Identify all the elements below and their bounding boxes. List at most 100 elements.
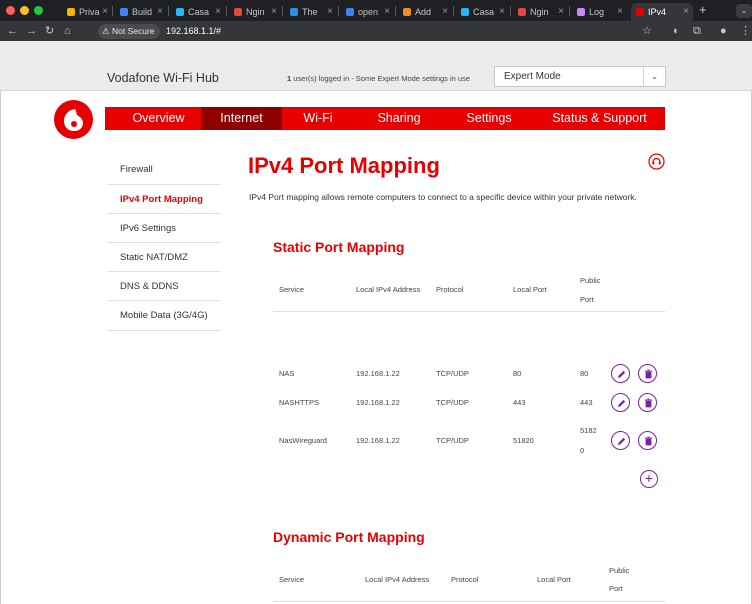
tab-divider [510,6,511,16]
browser-tab-bar: Priva × Build × Casa × Ngin × The × open × Add × Casa ×… [0,0,752,21]
nav-tab-internet[interactable]: Internet [201,107,282,130]
home-icon[interactable]: ⌂ [64,24,71,38]
url-text[interactable]: 192.168.1.1/# [166,24,221,39]
sidebar-item-ipv6-settings[interactable]: IPv6 Settings [107,213,221,242]
column-header-local-ip: Local IPv4 Address [356,285,421,294]
close-window-button[interactable] [6,6,15,15]
vodafone-speechmark-icon [64,109,83,131]
address-bar[interactable]: ⚠ Not Secure 192.168.1.1/# [98,24,664,39]
tab-close-icon[interactable]: × [617,6,623,17]
profile-icon[interactable]: ● [720,24,727,38]
hub-header: Vodafone Wi-Fi Hub 1 user(s) logged in -… [0,41,752,91]
minimize-window-button[interactable] [20,6,29,15]
page-title: IPv4 Port Mapping [248,153,440,178]
row-local-port: 51820 [513,436,534,445]
browser-tab[interactable]: Priva × [62,3,112,21]
column-header-public-port-line1: Public [580,276,601,285]
browser-tab[interactable]: Casa × [171,3,225,21]
tab-favicon-icon [67,8,75,16]
side-panel-icon[interactable]: ⧉ [693,24,701,38]
trash-icon [644,398,653,408]
chevron-down-icon[interactable]: ⌄ [643,67,665,86]
tab-divider [569,6,570,16]
sidebar-item-firewall[interactable]: Firewall [107,155,221,184]
tab-search-button[interactable]: ⌄ [736,4,752,18]
back-arrow-icon[interactable]: ← [7,24,18,38]
delete-button[interactable] [638,431,657,450]
nav-tab-sharing[interactable]: Sharing [354,107,444,130]
tab-close-icon[interactable]: × [442,6,448,17]
column-header-service: Service [279,285,305,294]
delete-button[interactable] [638,364,657,383]
browser-tab[interactable]: The × [285,3,337,21]
tab-close-icon[interactable]: × [102,6,108,17]
edit-button[interactable] [611,393,630,412]
tab-close-icon[interactable]: × [384,6,390,17]
row-local-ip: 192.168.1.22 [356,369,400,378]
forward-arrow-icon[interactable]: → [26,24,37,38]
nav-tab-overview[interactable]: Overview [116,107,201,130]
static-table-header-divider [273,311,665,312]
browser-tab[interactable]: Log × [572,3,627,21]
browser-tab[interactable]: IPv4 × [631,3,693,21]
tab-divider [226,6,227,16]
browser-tab[interactable]: Build × [115,3,167,21]
dynamic-column-header-public-port-line2: Port [609,584,623,593]
tab-favicon-icon [176,8,184,16]
row-local-ip: 192.168.1.22 [356,398,400,407]
bookmark-star-icon[interactable]: ☆ [642,24,652,38]
edit-button[interactable] [611,364,630,383]
reload-icon[interactable]: ↻ [45,24,54,38]
static-section-title: Static Port Mapping [273,239,405,255]
row-local-port: 80 [513,369,522,378]
row-protocol: TCP/UDP [436,436,469,445]
tab-close-icon[interactable]: × [683,6,689,17]
dynamic-column-header-public-port-line1: Public [609,566,630,575]
tab-close-icon[interactable]: × [558,6,564,17]
sidebar-item-dns-ddns[interactable]: DNS & DDNS [107,271,221,300]
tab-close-icon[interactable]: × [271,6,277,17]
sidebar-item-mobile-data-3g-4g[interactable]: Mobile Data (3G/4G) [107,300,221,329]
browser-tab[interactable]: Ngin × [513,3,568,21]
tab-close-icon[interactable]: × [499,6,505,17]
help-icon[interactable] [648,153,665,175]
browser-tab[interactable]: open × [341,3,394,21]
logged-in-text: user(s) logged in - Some Expert Mode set… [291,74,471,83]
sidebar-item-ipv4-port-mapping[interactable]: IPv4 Port Mapping [107,184,221,213]
nav-tab-settings[interactable]: Settings [444,107,534,130]
sidebar-item-static-nat-dmz[interactable]: Static NAT/DMZ [107,242,221,271]
tab-close-icon[interactable]: × [327,6,333,17]
delete-button[interactable] [638,393,657,412]
add-mapping-button[interactable]: + [640,470,658,488]
row-local-port: 443 [513,398,526,407]
tab-favicon-icon [120,8,128,16]
nav-tab-wi-fi[interactable]: Wi-Fi [282,107,354,130]
tab-label: Casa [188,7,210,17]
browser-menu-icon[interactable]: ⋮ [740,24,751,38]
dynamic-column-header-local-ip: Local IPv4 Address [365,575,430,584]
nav-tab-status-support[interactable]: Status & Support [534,107,665,130]
row-local-ip: 192.168.1.22 [356,436,400,445]
row-protocol: TCP/UDP [436,369,469,378]
browser-tab[interactable]: Ngin × [229,3,281,21]
tab-label: Log [589,7,605,17]
new-tab-button[interactable]: + [699,2,707,17]
edit-button[interactable] [611,431,630,450]
browser-tab[interactable]: Add × [398,3,452,21]
mode-select[interactable]: Expert Mode ⌄ [494,66,666,87]
page-description: IPv4 Port mapping allows remote computer… [249,192,637,202]
sidebar-divider [107,330,221,331]
tab-divider [112,6,113,16]
vodafone-logo[interactable] [54,100,93,139]
mode-select-value: Expert Mode [504,71,561,82]
dynamic-column-header-service: Service [279,575,305,584]
logged-in-status: 1 user(s) logged in - Some Expert Mode s… [287,74,470,83]
security-chip[interactable]: ⚠ Not Secure [98,24,160,39]
browser-tab[interactable]: Casa × [456,3,509,21]
maximize-window-button[interactable] [34,6,43,15]
tab-close-icon[interactable]: × [157,6,163,17]
extension-icon[interactable]: ◐ [673,24,680,38]
page-border-left [0,91,1,604]
tab-close-icon[interactable]: × [215,6,221,17]
row-public-port: 80 [580,369,589,378]
